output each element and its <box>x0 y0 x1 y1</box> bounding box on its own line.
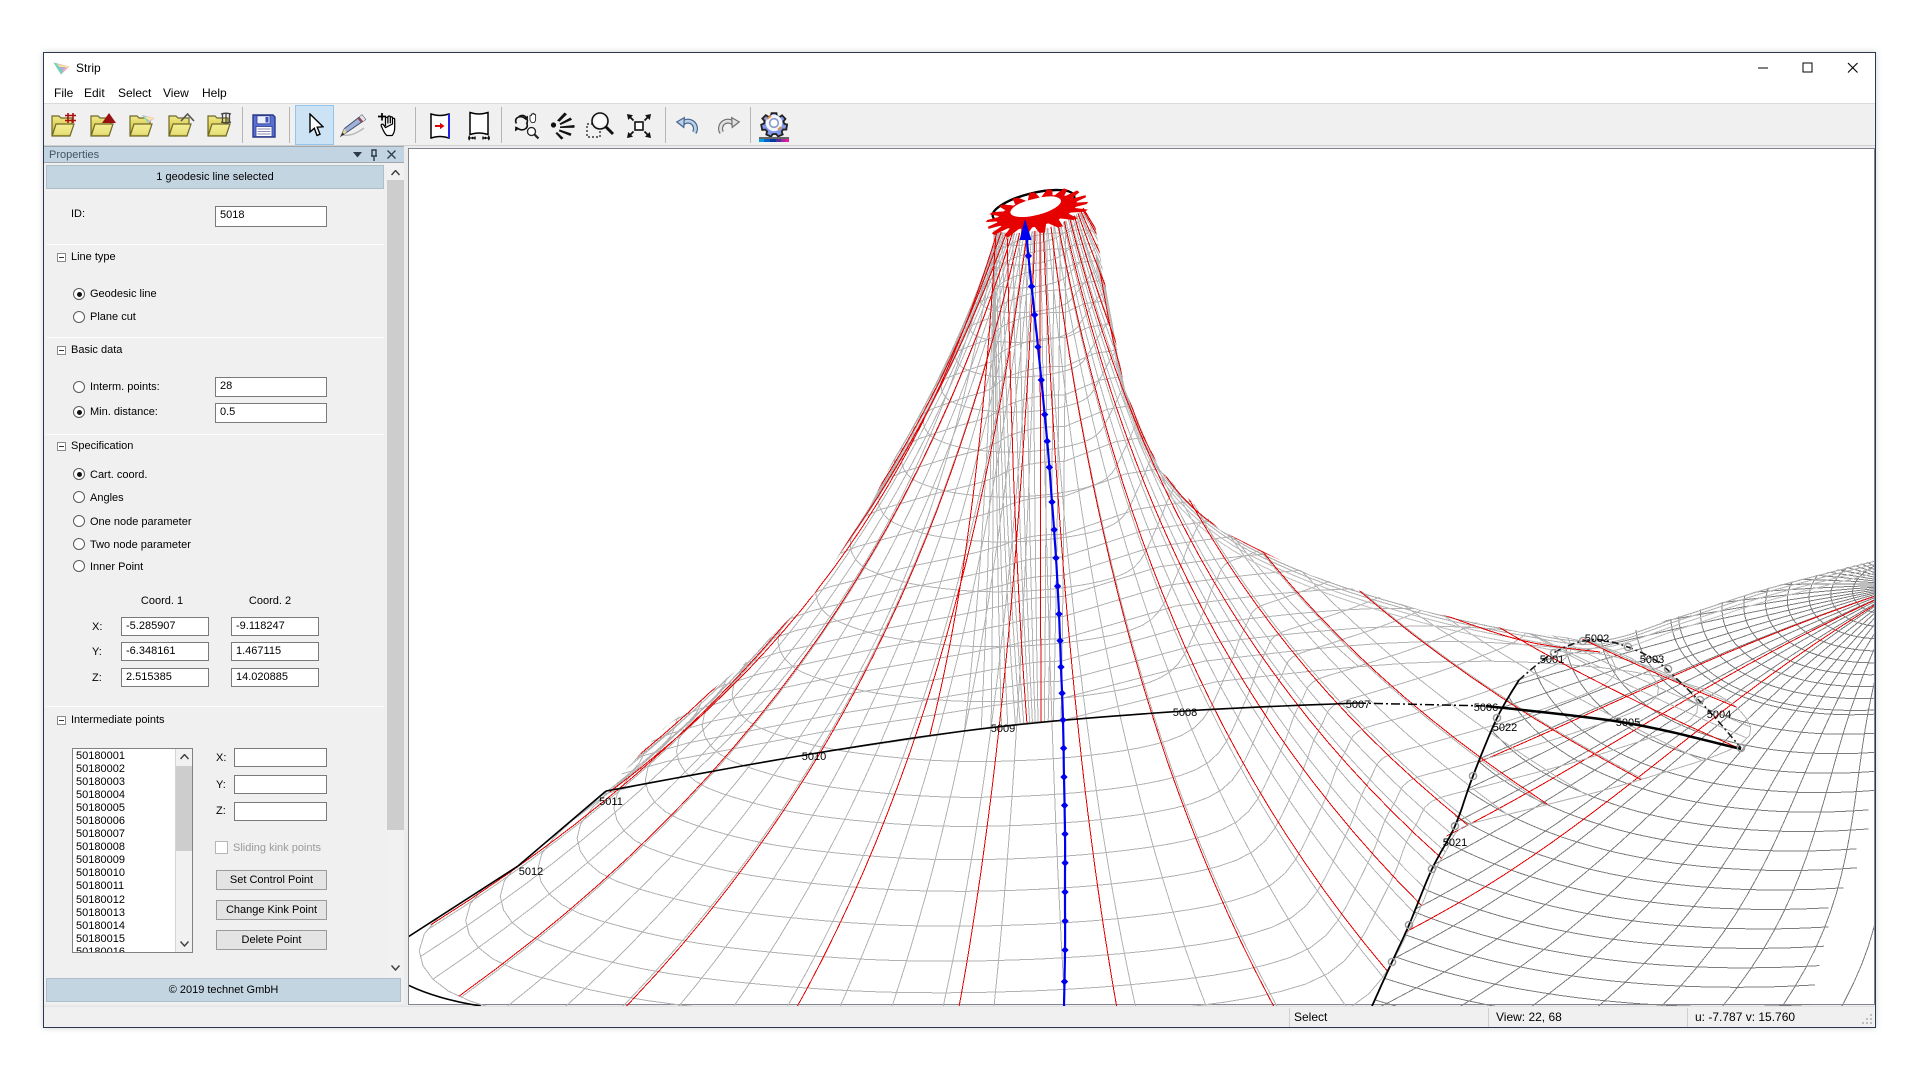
svg-text:5004: 5004 <box>1707 709 1731 721</box>
svg-text:5012: 5012 <box>519 866 543 878</box>
svg-text:5006: 5006 <box>1474 702 1498 714</box>
svg-text:5021: 5021 <box>1443 837 1467 849</box>
svg-text:5001: 5001 <box>1540 654 1564 666</box>
svg-text:5007: 5007 <box>1346 699 1370 711</box>
svg-text:5003: 5003 <box>1640 654 1664 666</box>
svg-text:5011: 5011 <box>599 796 623 808</box>
svg-text:5010: 5010 <box>802 751 826 763</box>
svg-text:5009: 5009 <box>991 723 1015 735</box>
svg-text:5002: 5002 <box>1585 633 1609 645</box>
svg-text:5022: 5022 <box>1493 722 1517 734</box>
svg-text:5008: 5008 <box>1173 707 1197 719</box>
svg-text:5005: 5005 <box>1616 717 1640 729</box>
